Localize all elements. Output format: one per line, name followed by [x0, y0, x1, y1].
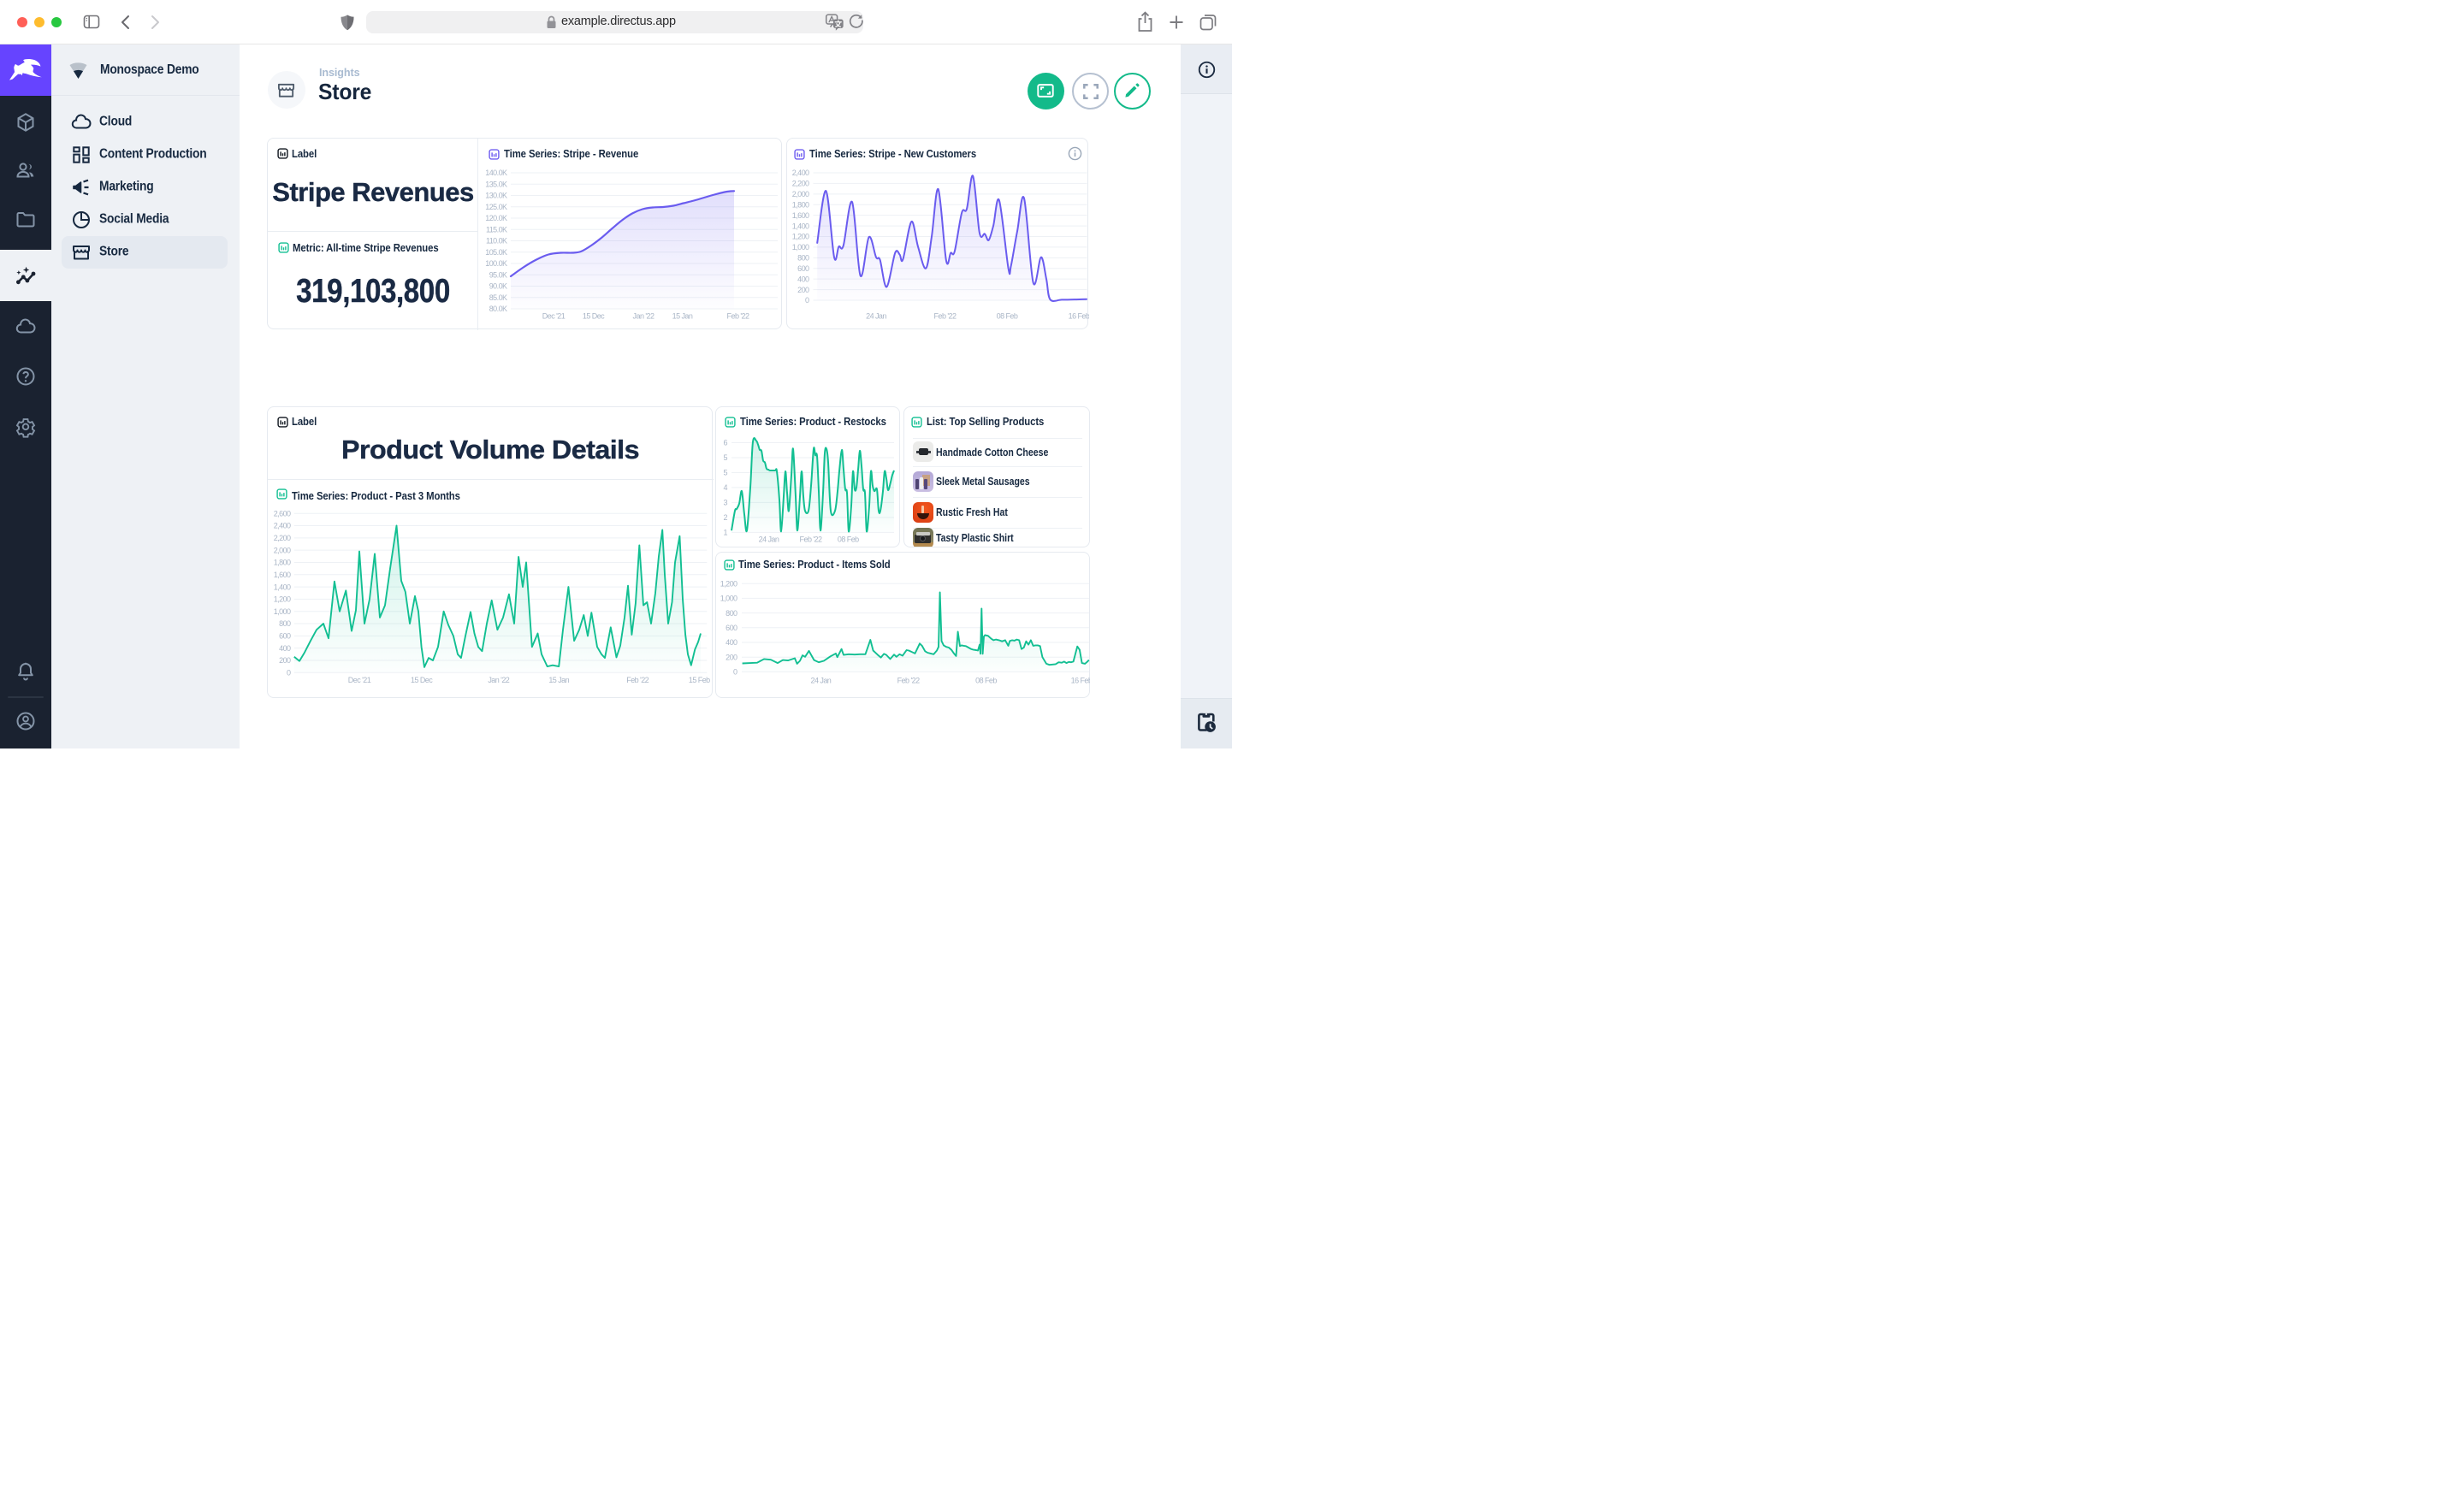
svg-text:800: 800: [797, 254, 809, 263]
svg-text:80.0K: 80.0K: [489, 305, 507, 313]
svg-text:2,000: 2,000: [792, 190, 809, 198]
svg-text:5: 5: [724, 468, 728, 476]
svg-text:15 Dec: 15 Dec: [583, 312, 605, 321]
svg-text:Jan '22: Jan '22: [633, 312, 654, 321]
svg-text:08 Feb: 08 Feb: [997, 312, 1018, 321]
svg-text:5: 5: [724, 453, 728, 462]
svg-text:1,600: 1,600: [792, 211, 809, 220]
svg-text:115.0K: 115.0K: [486, 226, 507, 234]
svg-text:Feb '22: Feb '22: [626, 676, 649, 684]
svg-text:85.0K: 85.0K: [489, 293, 507, 302]
svg-text:135.0K: 135.0K: [485, 180, 507, 189]
svg-text:1,400: 1,400: [792, 222, 809, 230]
svg-text:Jan '22: Jan '22: [488, 676, 509, 684]
svg-text:800: 800: [726, 609, 737, 618]
svg-text:90.0K: 90.0K: [489, 282, 507, 291]
svg-text:1,000: 1,000: [720, 595, 737, 603]
svg-text:0: 0: [733, 668, 737, 677]
svg-text:24 Jan: 24 Jan: [811, 676, 832, 684]
svg-text:2: 2: [724, 513, 728, 522]
svg-text:Feb '22: Feb '22: [727, 312, 749, 321]
svg-text:125.0K: 125.0K: [485, 203, 507, 211]
svg-text:15 Dec: 15 Dec: [411, 676, 433, 684]
svg-text:200: 200: [797, 286, 809, 294]
svg-text:3: 3: [724, 498, 728, 506]
svg-text:2,000: 2,000: [274, 546, 291, 554]
svg-text:2,600: 2,600: [274, 509, 291, 518]
svg-text:105.0K: 105.0K: [485, 248, 507, 257]
svg-text:1,200: 1,200: [720, 579, 737, 588]
svg-text:1,800: 1,800: [792, 201, 809, 210]
svg-text:15 Jan: 15 Jan: [672, 312, 693, 321]
svg-text:Feb '22: Feb '22: [934, 312, 957, 321]
svg-text:1,200: 1,200: [274, 595, 291, 603]
svg-text:200: 200: [279, 656, 291, 665]
svg-text:600: 600: [797, 264, 809, 273]
svg-text:1,600: 1,600: [274, 571, 291, 579]
svg-text:0: 0: [287, 668, 291, 677]
svg-text:100.0K: 100.0K: [485, 259, 507, 268]
svg-text:2,400: 2,400: [274, 521, 291, 530]
svg-text:0: 0: [805, 296, 809, 305]
svg-text:1,400: 1,400: [274, 583, 291, 591]
svg-text:6: 6: [724, 438, 728, 447]
svg-text:1,800: 1,800: [274, 558, 291, 566]
svg-text:Feb '22: Feb '22: [800, 535, 822, 543]
svg-text:130.0K: 130.0K: [485, 192, 507, 200]
svg-text:140.0K: 140.0K: [485, 169, 507, 177]
svg-text:1,000: 1,000: [274, 606, 291, 615]
svg-text:24 Jan: 24 Jan: [866, 312, 886, 321]
svg-text:1: 1: [724, 528, 728, 536]
svg-text:600: 600: [726, 624, 737, 632]
svg-text:08 Feb: 08 Feb: [975, 676, 997, 684]
svg-text:16 Feb: 16 Feb: [1069, 312, 1089, 321]
svg-text:Feb '22: Feb '22: [897, 676, 920, 684]
svg-text:200: 200: [726, 653, 737, 661]
svg-text:16 Feb: 16 Feb: [1071, 676, 1090, 684]
svg-text:800: 800: [279, 619, 291, 628]
svg-text:15 Jan: 15 Jan: [548, 676, 569, 684]
svg-text:2,400: 2,400: [792, 169, 809, 177]
svg-text:Dec '21: Dec '21: [348, 676, 371, 684]
svg-text:24 Jan: 24 Jan: [759, 535, 779, 543]
svg-text:08 Feb: 08 Feb: [838, 535, 859, 543]
svg-text:400: 400: [726, 638, 737, 647]
svg-text:4: 4: [724, 483, 728, 492]
svg-text:2,200: 2,200: [274, 534, 291, 542]
svg-text:95.0K: 95.0K: [489, 270, 507, 279]
svg-text:600: 600: [279, 631, 291, 640]
svg-text:Dec '21: Dec '21: [542, 312, 566, 321]
svg-text:1,200: 1,200: [792, 233, 809, 241]
svg-text:400: 400: [797, 275, 809, 283]
svg-text:1,000: 1,000: [792, 243, 809, 251]
svg-text:400: 400: [279, 643, 291, 652]
svg-text:120.0K: 120.0K: [485, 214, 507, 222]
svg-text:110.0K: 110.0K: [486, 237, 507, 246]
svg-text:2,200: 2,200: [792, 180, 809, 188]
svg-text:15 Feb: 15 Feb: [689, 676, 710, 684]
